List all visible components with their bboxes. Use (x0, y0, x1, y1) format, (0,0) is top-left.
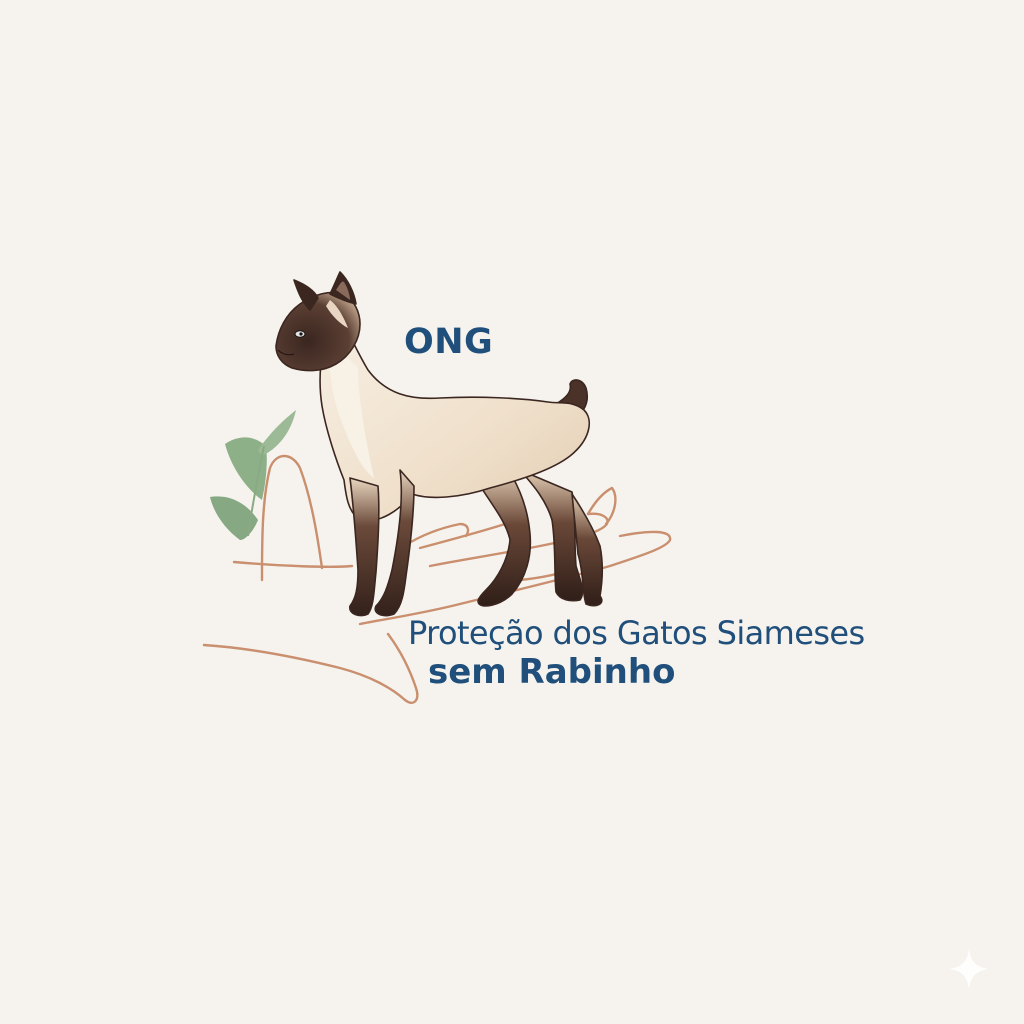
sparkle-icon (949, 949, 989, 989)
org-name-line1: Proteção dos Gatos Siameses (408, 614, 865, 652)
logo-illustration (202, 271, 672, 704)
logo-canvas: ONG Proteção dos Gatos Siameses sem Rabi… (0, 0, 1024, 1024)
org-name-line2: sem Rabinho (428, 652, 676, 692)
leaf-sprig-icon (210, 410, 296, 540)
org-type-label: ONG (404, 322, 494, 362)
